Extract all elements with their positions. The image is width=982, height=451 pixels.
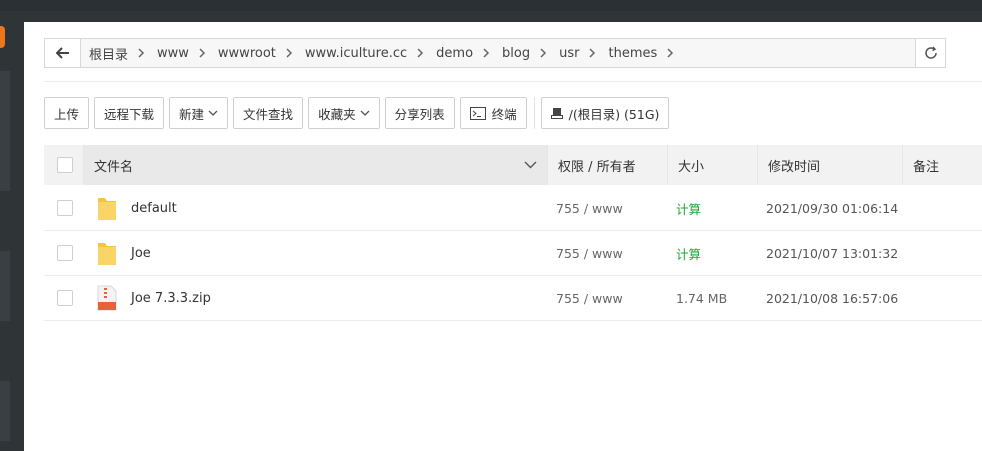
new-dropdown-button[interactable]: 新建 bbox=[169, 97, 229, 129]
file-name-cell[interactable]: default bbox=[84, 186, 548, 231]
breadcrumb-item[interactable]: www bbox=[157, 46, 218, 61]
chevron-right-icon bbox=[417, 48, 424, 58]
file-name[interactable]: default bbox=[131, 201, 177, 216]
path-bar: 根目录 www wwwroot www.iculture.cc demo blo… bbox=[44, 38, 946, 68]
file-toolbar: 上传 远程下载 新建 文件查找 收藏夹 分享列表 终端 /(根目录) (51G) bbox=[44, 97, 674, 130]
sidebar-segment bbox=[0, 251, 10, 321]
note-cell[interactable] bbox=[903, 276, 982, 321]
terminal-button[interactable]: 终端 bbox=[459, 97, 527, 129]
permission-cell[interactable]: 755 / www bbox=[548, 186, 668, 231]
modified-time-cell: 2021/10/07 13:01:32 bbox=[766, 245, 899, 261]
row-checkbox[interactable] bbox=[57, 200, 73, 216]
breadcrumb-item[interactable]: themes bbox=[608, 46, 686, 61]
table-row[interactable]: default 755 / www 计算 2021/09/30 01:06:14 bbox=[44, 186, 982, 231]
header-modified-time[interactable]: 修改时间 bbox=[758, 145, 903, 185]
breadcrumb: 根目录 www wwwroot www.iculture.cc demo blo… bbox=[81, 39, 915, 67]
file-table-header: 文件名 权限 / 所有者 大小 修改时间 备注 bbox=[44, 145, 982, 185]
row-checkbox-cell bbox=[44, 276, 84, 321]
share-list-button[interactable]: 分享列表 bbox=[384, 97, 455, 129]
window-top-bar bbox=[0, 0, 982, 11]
permission-cell[interactable]: 755 / www bbox=[548, 276, 668, 321]
chevron-right-icon bbox=[199, 48, 205, 58]
breadcrumb-item[interactable]: www.iculture.cc bbox=[305, 46, 436, 61]
chevron-right-icon bbox=[138, 48, 145, 58]
chevron-right-icon bbox=[540, 48, 547, 58]
row-checkbox-cell bbox=[44, 231, 84, 276]
left-sidebar-strip bbox=[0, 11, 24, 451]
chevron-down-icon bbox=[208, 110, 218, 116]
file-name-cell[interactable]: Joe bbox=[84, 231, 548, 276]
breadcrumb-item[interactable]: blog bbox=[502, 46, 559, 61]
table-row[interactable]: Joe 755 / www 计算 2021/10/07 13:01:32 bbox=[44, 231, 982, 276]
chevron-right-icon bbox=[667, 48, 674, 58]
row-checkbox[interactable] bbox=[57, 245, 73, 261]
sidebar-segment bbox=[0, 71, 10, 191]
sidebar-active-tab[interactable] bbox=[0, 26, 5, 48]
note-cell[interactable] bbox=[903, 186, 982, 231]
permission-cell[interactable]: 755 / www bbox=[548, 231, 668, 276]
breadcrumb-item[interactable]: usr bbox=[559, 46, 608, 61]
disk-button[interactable]: /(根目录) (51G) bbox=[540, 97, 670, 129]
file-manager-panel: 根目录 www wwwroot www.iculture.cc demo blo… bbox=[24, 22, 982, 451]
back-button[interactable] bbox=[45, 39, 81, 67]
upload-button[interactable]: 上传 bbox=[44, 97, 90, 129]
header-size[interactable]: 大小 bbox=[668, 145, 758, 185]
table-row[interactable]: Joe 7.3.3.zip 755 / www 1.74 MB 2021/10/… bbox=[44, 276, 982, 321]
file-search-button[interactable]: 文件查找 bbox=[233, 97, 304, 129]
favorites-dropdown-button[interactable]: 收藏夹 bbox=[308, 97, 380, 129]
zip-file-icon bbox=[96, 284, 118, 312]
chevron-right-icon bbox=[286, 48, 292, 58]
folder-icon bbox=[96, 194, 118, 222]
header-permission[interactable]: 权限 / 所有者 bbox=[548, 145, 668, 185]
file-name[interactable]: Joe 7.3.3.zip bbox=[131, 291, 211, 306]
breadcrumb-item[interactable]: 根目录 bbox=[89, 44, 157, 63]
file-name-cell[interactable]: Joe 7.3.3.zip bbox=[84, 276, 548, 321]
chevron-right-icon bbox=[589, 48, 596, 58]
size-calc-link[interactable]: 计算 bbox=[668, 186, 758, 231]
select-all-checkbox[interactable] bbox=[57, 157, 73, 173]
modified-time-cell: 2021/10/08 16:57:06 bbox=[766, 290, 899, 306]
row-checkbox-cell bbox=[44, 186, 84, 231]
terminal-icon bbox=[469, 106, 486, 120]
size-cell: 1.74 MB bbox=[676, 290, 728, 306]
note-cell[interactable] bbox=[903, 231, 982, 276]
modified-time-cell: 2021/09/30 01:06:14 bbox=[766, 200, 899, 216]
arrow-left-icon bbox=[55, 47, 69, 59]
file-name[interactable]: Joe bbox=[131, 246, 151, 261]
header-checkbox-cell bbox=[44, 145, 84, 185]
breadcrumb-item[interactable]: demo bbox=[436, 46, 502, 61]
header-name[interactable]: 文件名 bbox=[84, 145, 548, 185]
refresh-button[interactable] bbox=[915, 39, 945, 67]
sidebar-segment bbox=[0, 381, 10, 441]
divider bbox=[44, 81, 982, 82]
chevron-right-icon bbox=[483, 48, 490, 58]
refresh-icon bbox=[924, 46, 937, 59]
folder-icon bbox=[96, 239, 118, 267]
toolbar-separator bbox=[533, 97, 535, 129]
disk-icon bbox=[550, 108, 563, 119]
chevron-down-icon bbox=[360, 110, 370, 116]
size-calc-link[interactable]: 计算 bbox=[668, 231, 758, 276]
breadcrumb-item[interactable]: wwwroot bbox=[218, 46, 305, 61]
row-checkbox[interactable] bbox=[57, 290, 73, 306]
header-note: 备注 bbox=[913, 159, 940, 175]
remote-download-button[interactable]: 远程下载 bbox=[94, 97, 165, 129]
chevron-down-icon[interactable] bbox=[524, 161, 537, 169]
